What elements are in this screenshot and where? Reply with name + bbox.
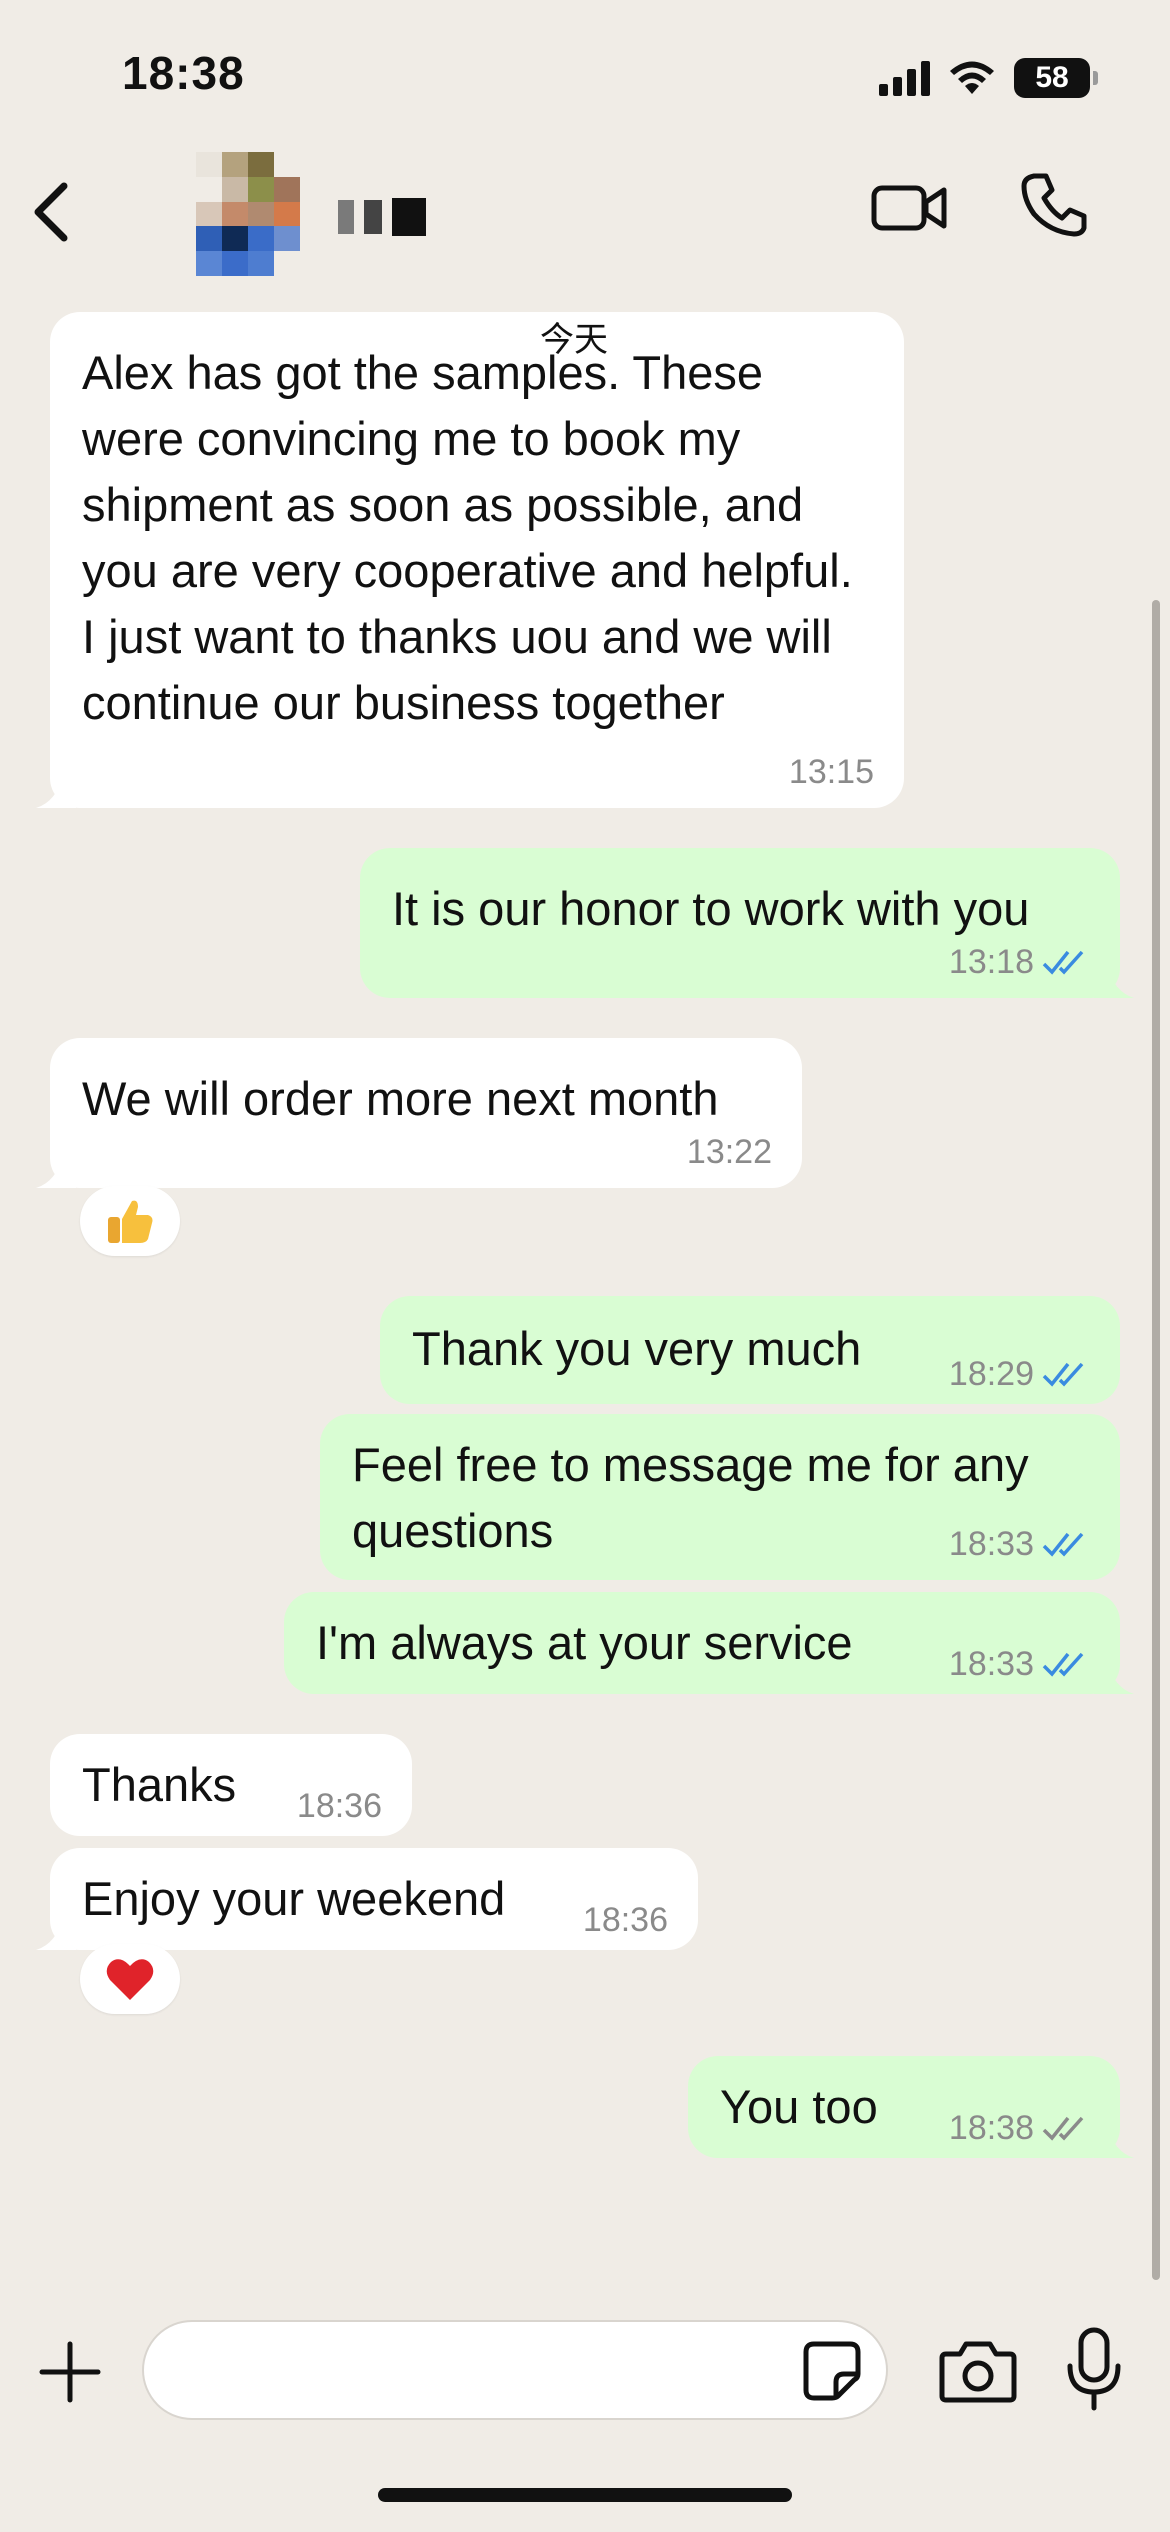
message-text: Enjoy your weekend	[82, 1872, 506, 1925]
message-bubble-incoming[interactable]: Enjoy your weekend 18:36	[36, 1848, 698, 1950]
message-text: Thanks	[82, 1758, 237, 1811]
bubble-tail	[36, 1916, 76, 1950]
message-time: 18:36	[582, 1901, 668, 1939]
message-bubble-outgoing[interactable]: I'm always at your service 18:33	[284, 1592, 1134, 1694]
message-meta: 18:33	[949, 1644, 1090, 1684]
read-receipt-icon	[1042, 1652, 1084, 1677]
chevron-left-icon[interactable]	[24, 172, 80, 252]
battery-indicator: 58	[1014, 58, 1098, 98]
message-text: Thank you very much	[412, 1322, 862, 1375]
message-meta: 18:29	[949, 1354, 1090, 1394]
plus-icon[interactable]	[38, 2340, 102, 2404]
message-meta: 18:33	[949, 1524, 1090, 1564]
bubble-tail	[1094, 964, 1134, 998]
read-receipt-icon	[1042, 1362, 1084, 1387]
chat-header	[0, 140, 1170, 280]
message-text: We will order more next month	[82, 1072, 719, 1125]
contact-name[interactable]	[338, 198, 426, 236]
bubble-tail	[1094, 2124, 1134, 2158]
message-time: 18:33	[948, 1525, 1034, 1563]
input-bar	[0, 2300, 1170, 2450]
phone-icon[interactable]	[1020, 170, 1090, 240]
home-indicator	[378, 2488, 792, 2502]
scrollbar[interactable]	[1152, 600, 1160, 2280]
wifi-icon	[950, 61, 994, 94]
date-label: 今天	[540, 320, 608, 360]
message-text: Alex has got the samples. These were con…	[82, 346, 853, 729]
status-icons: 58	[879, 56, 1098, 100]
message-time: 18:33	[948, 1645, 1034, 1683]
cellular-signal-icon	[879, 60, 930, 96]
bubble-tail	[36, 1154, 76, 1188]
message-bubble-incoming[interactable]: Thanks 18:36	[50, 1734, 412, 1836]
message-meta: 18:36	[583, 1900, 668, 1940]
message-bubble-outgoing[interactable]: Thank you very much 18:29	[380, 1296, 1120, 1404]
delivered-receipt-icon	[1042, 2116, 1084, 2141]
thumbs-up-icon	[108, 1200, 153, 1243]
message-time: 13:15	[788, 753, 874, 791]
message-meta: 13:22	[687, 1132, 772, 1172]
message-time: 13:18	[948, 943, 1034, 981]
microphone-icon[interactable]	[1064, 2326, 1124, 2412]
heart-icon	[106, 1959, 154, 2000]
message-meta: 18:38	[949, 2108, 1090, 2148]
message-text: Feel free to message me for any question…	[352, 1438, 1029, 1557]
message-time: 18:38	[948, 2109, 1034, 2147]
message-text: It is our honor to work with you	[392, 882, 1030, 935]
message-input[interactable]	[142, 2320, 888, 2420]
message-time: 13:22	[686, 1133, 772, 1171]
message-bubble-incoming[interactable]: Alex has got the samples. These were con…	[36, 312, 904, 808]
message-meta: 13:18	[949, 942, 1090, 982]
read-receipt-icon	[1042, 950, 1084, 975]
bubble-tail	[36, 774, 76, 808]
message-bubble-incoming[interactable]: We will order more next month 13:22	[36, 1038, 802, 1188]
message-bubble-outgoing[interactable]: It is our honor to work with you 13:18	[360, 848, 1134, 998]
read-receipt-icon	[1042, 1532, 1084, 1557]
message-text: I'm always at your service	[316, 1616, 853, 1669]
status-time: 18:38	[122, 47, 245, 99]
message-text: You too	[720, 2080, 878, 2133]
reaction-thumbs-up[interactable]	[80, 1186, 180, 1256]
bubble-tail	[1094, 1660, 1134, 1694]
message-meta: 18:36	[297, 1786, 382, 1826]
message-time: 18:36	[296, 1787, 382, 1825]
camera-icon[interactable]	[938, 2338, 1018, 2404]
status-bar: 18:38 58	[0, 0, 1170, 150]
message-bubble-outgoing[interactable]: You too 18:38	[688, 2056, 1134, 2158]
message-time: 18:29	[948, 1355, 1034, 1393]
message-meta: 13:15	[789, 752, 874, 792]
video-camera-icon[interactable]	[870, 176, 950, 240]
avatar[interactable]	[196, 152, 300, 276]
reaction-heart[interactable]	[80, 1944, 180, 2014]
message-bubble-outgoing[interactable]: Feel free to message me for any question…	[320, 1414, 1120, 1580]
sticker-icon[interactable]	[800, 2338, 864, 2402]
